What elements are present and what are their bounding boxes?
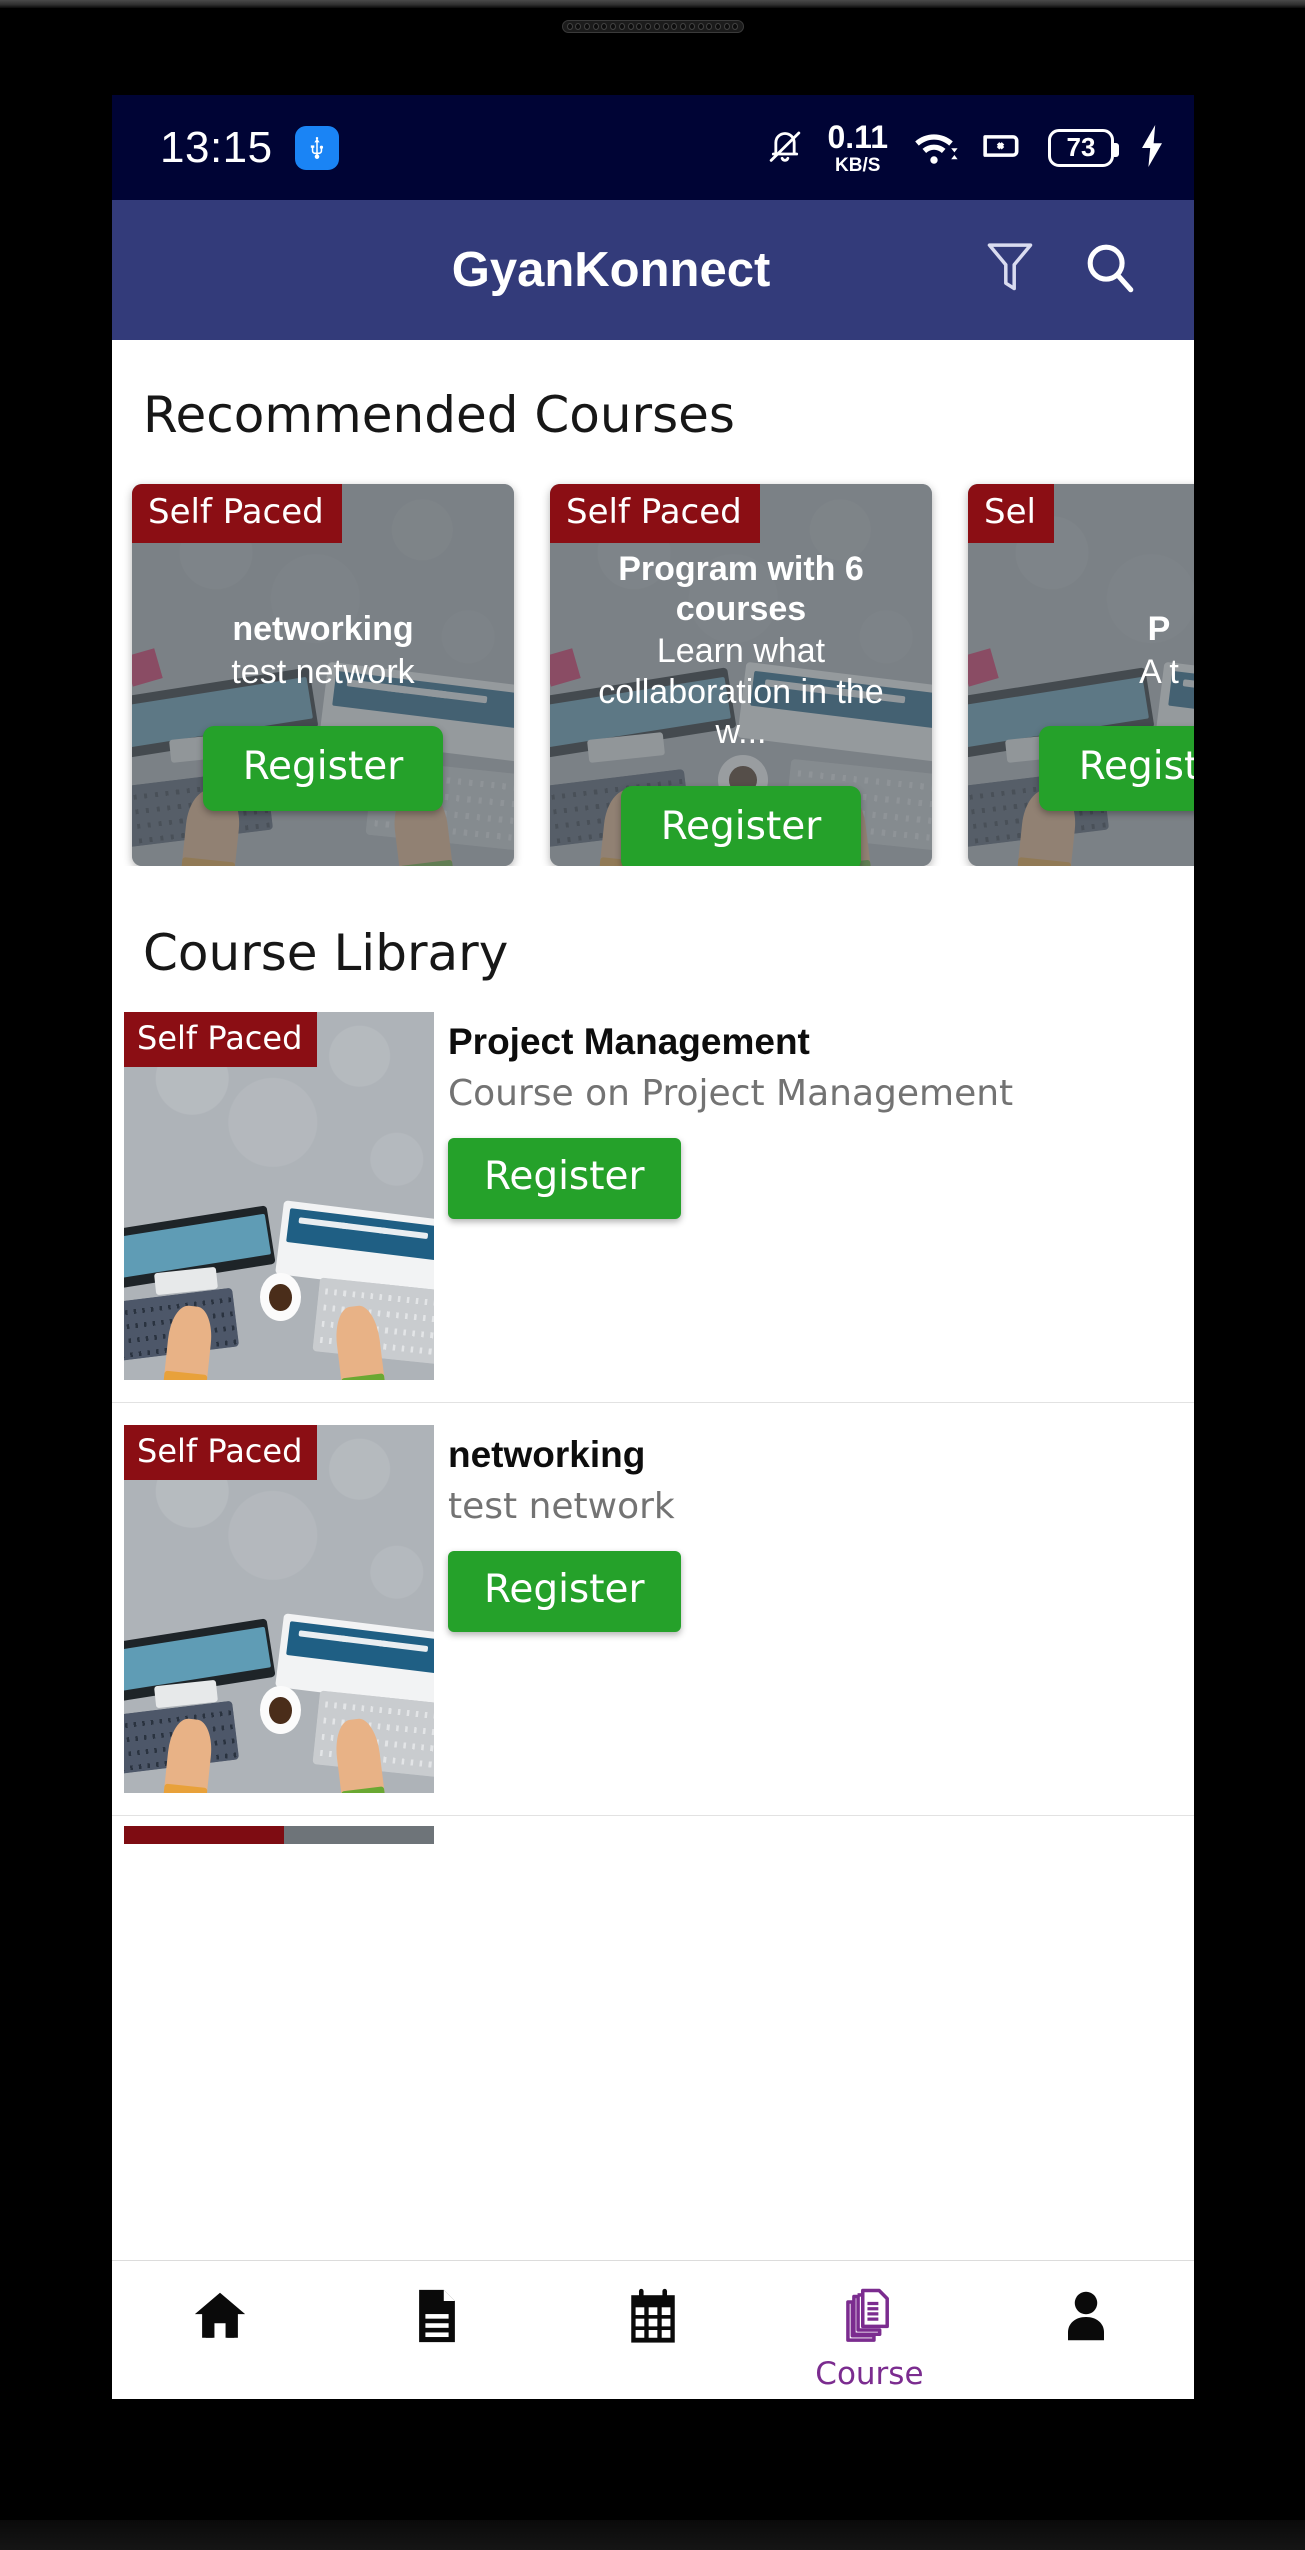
tab-course-library-label: Course Library: [815, 2356, 924, 2399]
filter-funnel-icon: [982, 237, 1038, 303]
usb-icon: [294, 125, 339, 170]
course-subtitle: test network: [231, 652, 415, 691]
tab-home[interactable]: [112, 2287, 328, 2355]
self-paced-badge: Self Paced: [550, 484, 760, 543]
calendar-icon: [625, 2287, 681, 2349]
register-button[interactable]: Register: [448, 1137, 681, 1219]
document-icon: [412, 2287, 462, 2349]
tab-course-library[interactable]: Course Library: [761, 2287, 977, 2399]
self-paced-badge: Self Paced: [132, 484, 342, 543]
status-bar-icons: 0.11 KB/S 73: [765, 121, 1168, 175]
search-icon: [1081, 239, 1139, 301]
content-scroll-area[interactable]: Recommended Courses Self Paced networkin…: [112, 340, 1194, 2260]
course-title: Project Management: [448, 1021, 810, 1062]
list-item[interactable]: Self Paced Project Management Course on …: [112, 990, 1194, 1403]
register-button[interactable]: Register: [448, 1550, 681, 1632]
list-item-partially-visible[interactable]: [112, 1816, 1194, 1850]
course-subtitle: Learn what collaboration in the w...: [598, 632, 884, 751]
course-description: Course on Project Management: [448, 1073, 1014, 1115]
self-paced-badge: Sel: [968, 484, 1054, 543]
home-icon: [191, 2287, 249, 2349]
app-title: GyanKonnect: [451, 243, 771, 297]
network-speed-indicator: 0.11 KB/S: [827, 121, 888, 175]
status-bar-clock: 13:15: [160, 122, 273, 172]
self-paced-badge: Self Paced: [124, 1012, 318, 1067]
tab-profile[interactable]: [978, 2287, 1194, 2355]
list-item[interactable]: Self Paced networking test network Regis…: [112, 1403, 1194, 1816]
filter-button[interactable]: [960, 220, 1060, 320]
course-library-list: Self Paced Project Management Course on …: [112, 990, 1194, 1850]
course-title: Program with 6 courses: [618, 550, 864, 629]
earpiece-speaker: [561, 20, 744, 33]
course-library-heading: Course Library: [143, 924, 509, 982]
phone-screen: 13:15 0.11 KB/S 73 GyanKonnect Recommend…: [112, 95, 1194, 2399]
course-description: test network: [448, 1486, 675, 1528]
recommended-course-card[interactable]: Sel P A t Register: [968, 484, 1194, 866]
stacked-pages-icon: [843, 2287, 895, 2349]
wifi-icon: [910, 126, 958, 170]
tab-calendar[interactable]: [545, 2287, 761, 2355]
top-bezel: [0, 0, 1305, 8]
course-title: networking: [232, 610, 414, 649]
battery-indicator: 73: [1048, 128, 1119, 167]
self-paced-badge: [124, 1826, 284, 1844]
network-speed-unit: KB/S: [835, 154, 881, 176]
search-button[interactable]: [1060, 220, 1160, 320]
person-icon: [1061, 2287, 1111, 2349]
bottom-bezel: [0, 2520, 1305, 2550]
battery-level-text: 73: [1066, 132, 1096, 162]
status-bar: 13:15 0.11 KB/S 73: [112, 95, 1194, 200]
register-button[interactable]: Register: [620, 785, 862, 866]
sim-card-off-icon: [980, 127, 1026, 169]
course-title: networking: [448, 1434, 646, 1475]
recommended-course-card[interactable]: Self Paced networking test network Regis…: [132, 484, 514, 866]
recommended-courses-heading: Recommended Courses: [143, 386, 735, 444]
register-button[interactable]: Register: [1038, 725, 1194, 811]
charging-bolt-icon: [1136, 124, 1168, 172]
course-title: P: [1147, 610, 1171, 649]
self-paced-badge: Self Paced: [124, 1425, 318, 1480]
register-button[interactable]: Register: [202, 725, 444, 811]
course-thumbnail-image: Self Paced: [124, 1425, 434, 1793]
bell-muted-icon: [765, 124, 805, 172]
course-subtitle: A t: [1139, 652, 1179, 691]
bottom-navigation-bar: Course Library: [112, 2260, 1194, 2399]
network-speed-value: 0.11: [827, 118, 888, 155]
device-frame: 13:15 0.11 KB/S 73 GyanKonnect Recommend…: [0, 0, 1305, 2550]
recommended-course-card[interactable]: Self Paced Program with 6 courses Learn …: [550, 484, 932, 866]
recommended-courses-carousel[interactable]: Self Paced networking test network Regis…: [112, 444, 1194, 866]
course-thumbnail-image: [284, 1826, 434, 1844]
tab-documents[interactable]: [328, 2287, 544, 2355]
app-bar: GyanKonnect: [112, 200, 1194, 340]
course-thumbnail-image: Self Paced: [124, 1012, 434, 1380]
